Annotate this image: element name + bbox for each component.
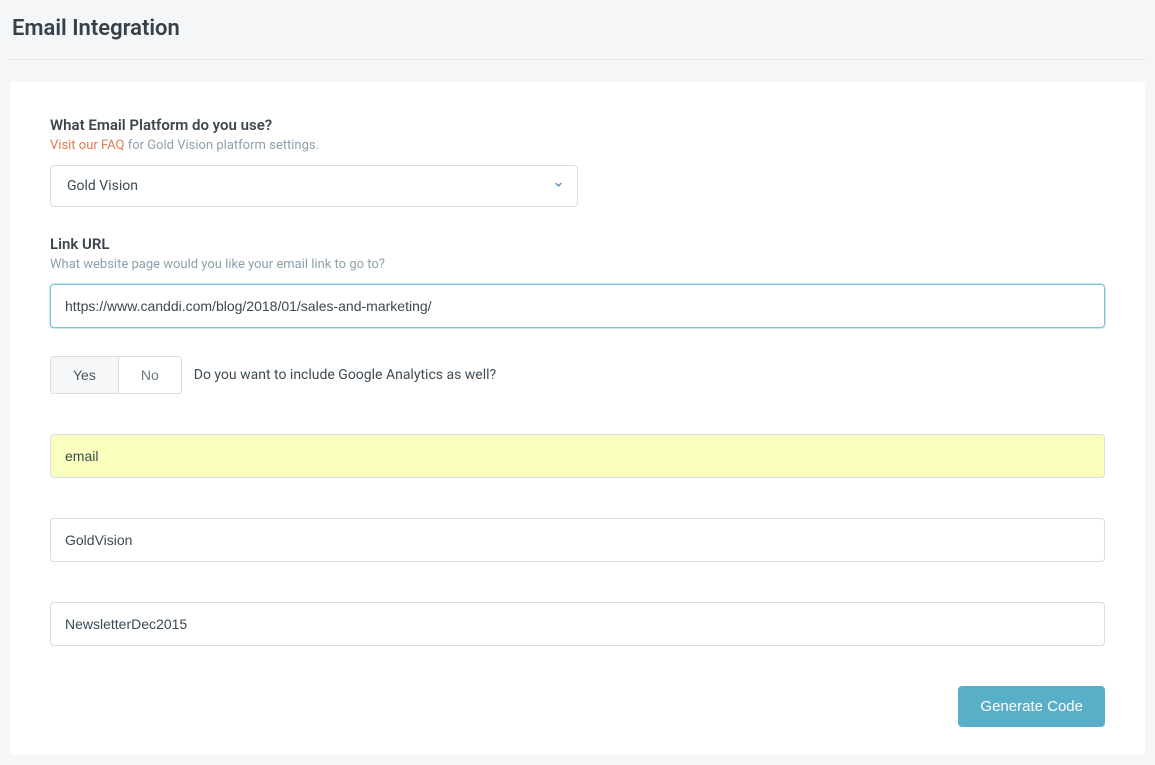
- faq-link[interactable]: Visit our FAQ: [50, 138, 124, 153]
- actions-row: Generate Code: [50, 686, 1105, 727]
- form-card: What Email Platform do you use? Visit ou…: [10, 82, 1145, 755]
- ga-toggle-row: Yes No Do you want to include Google Ana…: [50, 356, 1105, 394]
- platform-label: What Email Platform do you use?: [50, 116, 1105, 134]
- platform-select[interactable]: Gold Vision: [50, 165, 578, 207]
- medium-input[interactable]: [50, 434, 1105, 478]
- platform-group: What Email Platform do you use? Visit ou…: [50, 116, 1105, 207]
- ga-toggle-group: Yes No: [50, 356, 182, 394]
- link-url-input[interactable]: [50, 284, 1105, 328]
- ga-no-button[interactable]: No: [118, 357, 181, 393]
- page-title: Email Integration: [10, 10, 1145, 59]
- campaign-group: [50, 602, 1105, 646]
- ga-toggle-label: Do you want to include Google Analytics …: [194, 367, 496, 383]
- generate-code-button[interactable]: Generate Code: [958, 686, 1105, 727]
- platform-select-value: Gold Vision: [67, 178, 138, 194]
- source-group: [50, 518, 1105, 562]
- faq-suffix: for Gold Vision platform settings.: [124, 138, 319, 153]
- campaign-input[interactable]: [50, 602, 1105, 646]
- link-url-label: Link URL: [50, 235, 1105, 253]
- ga-yes-button[interactable]: Yes: [51, 357, 118, 393]
- divider: [10, 59, 1145, 60]
- platform-helper: Visit our FAQ for Gold Vision platform s…: [50, 138, 1105, 153]
- medium-group: [50, 434, 1105, 478]
- link-url-group: Link URL What website page would you lik…: [50, 235, 1105, 328]
- source-input[interactable]: [50, 518, 1105, 562]
- link-url-helper: What website page would you like your em…: [50, 257, 1105, 272]
